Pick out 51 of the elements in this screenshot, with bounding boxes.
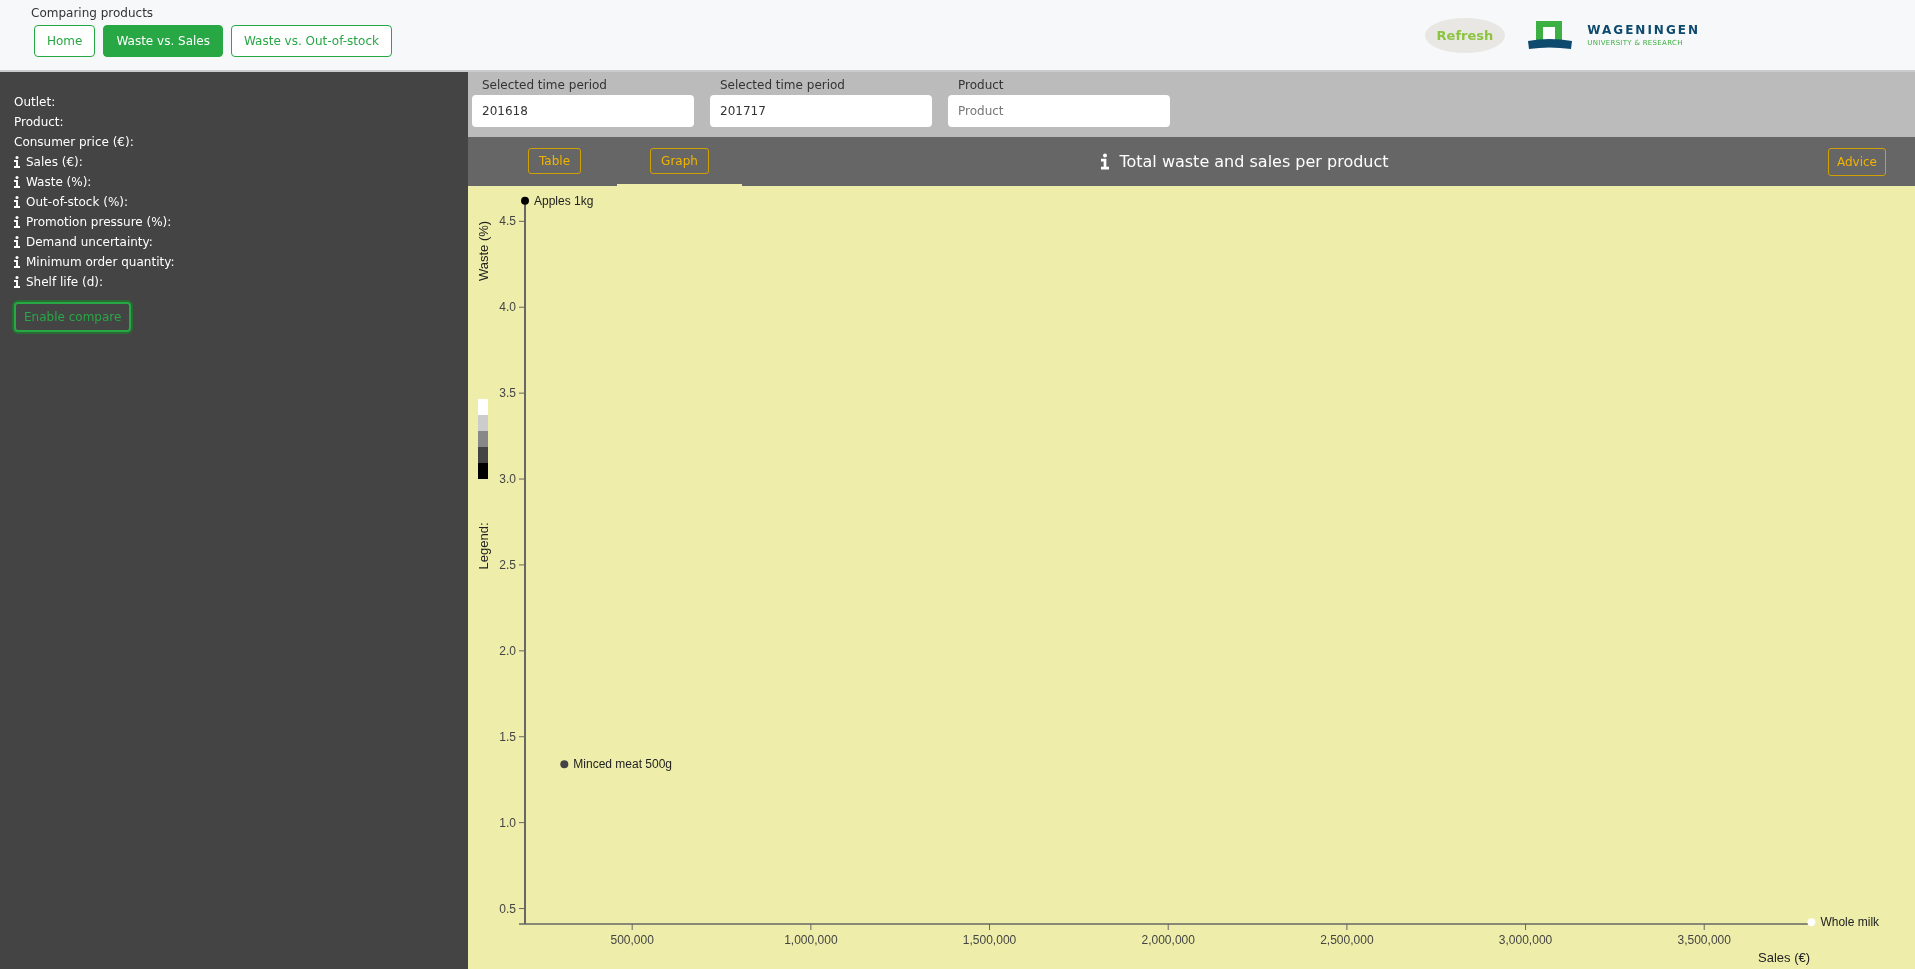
x-tick-label: 1,000,000 bbox=[784, 933, 838, 947]
panel-title: Total waste and sales per product bbox=[1119, 152, 1389, 171]
logo-name: WAGENINGEN bbox=[1587, 23, 1700, 37]
point-label: Whole milk bbox=[1820, 915, 1880, 930]
period-field[interactable]: 201618 bbox=[472, 95, 694, 127]
field-label: Demand uncertainty: bbox=[26, 235, 153, 249]
field-label: Waste (%): bbox=[26, 175, 92, 189]
field-label: Sales (€): bbox=[26, 155, 83, 169]
x-axis-label: Sales (€) bbox=[1758, 950, 1811, 965]
y-tick-label: 2.0 bbox=[499, 643, 516, 658]
legend-label: Legend: bbox=[476, 522, 491, 570]
nav-button[interactable]: Waste vs. Out-of-stock bbox=[230, 25, 392, 57]
filter-label: Selected time period bbox=[481, 78, 608, 92]
field-label: Minimum order quantity: bbox=[26, 255, 175, 269]
refresh-logo: Refresh bbox=[1424, 17, 1506, 53]
point-label: Apples 1kg bbox=[534, 193, 594, 208]
view-tab[interactable]: Table bbox=[528, 147, 581, 174]
filter-label: Product bbox=[957, 78, 1005, 92]
advice-button[interactable]: Advice bbox=[1827, 147, 1886, 176]
y-tick-label: 0.5 bbox=[499, 901, 516, 916]
field-label: Shelf life (d): bbox=[26, 275, 104, 289]
y-tick-label: 1.0 bbox=[499, 815, 516, 830]
y-tick-label: 1.5 bbox=[499, 729, 516, 744]
x-tick-label: 2,500,000 bbox=[1320, 933, 1374, 947]
x-tick-label: 1,500,000 bbox=[962, 933, 1017, 947]
field-label: Out-of-stock (%): bbox=[26, 195, 129, 209]
filter-label: Selected time period bbox=[719, 78, 846, 92]
period-field[interactable]: 201717 bbox=[710, 95, 932, 127]
x-tick-label: 500,000 bbox=[610, 933, 654, 947]
enable-compare-button[interactable]: Enable compare bbox=[14, 302, 132, 332]
field-label: Promotion pressure (%): bbox=[26, 215, 172, 229]
y-tick-label: 4.5 bbox=[499, 214, 516, 229]
app-title: Comparing products bbox=[31, 6, 155, 20]
y-tick-label: 4.0 bbox=[499, 300, 516, 315]
gate-logo-icon bbox=[1527, 19, 1574, 51]
y-tick-label: 3.0 bbox=[499, 472, 516, 487]
x-tick-label: 2,000,000 bbox=[1141, 933, 1195, 947]
point-label: Minced meat 500g bbox=[573, 757, 673, 772]
y-tick-label: 3.5 bbox=[499, 386, 516, 401]
nav-button[interactable]: Waste vs. Sales bbox=[103, 25, 223, 57]
x-tick-label: 3,500,000 bbox=[1677, 933, 1731, 947]
y-axis-label: Waste (%) bbox=[476, 220, 491, 282]
nav-button[interactable]: Home bbox=[34, 25, 96, 57]
info-icon bbox=[1101, 153, 1110, 170]
y-tick-label: 2.5 bbox=[499, 557, 516, 572]
x-tick-label: 3,000,000 bbox=[1498, 933, 1553, 947]
view-tab[interactable]: Graph bbox=[650, 147, 709, 174]
product-field[interactable]: Product bbox=[948, 95, 1170, 127]
field-label: Outlet: bbox=[14, 95, 56, 109]
field-label: Product: bbox=[14, 115, 64, 129]
field-label: Consumer price (€): bbox=[14, 135, 134, 149]
